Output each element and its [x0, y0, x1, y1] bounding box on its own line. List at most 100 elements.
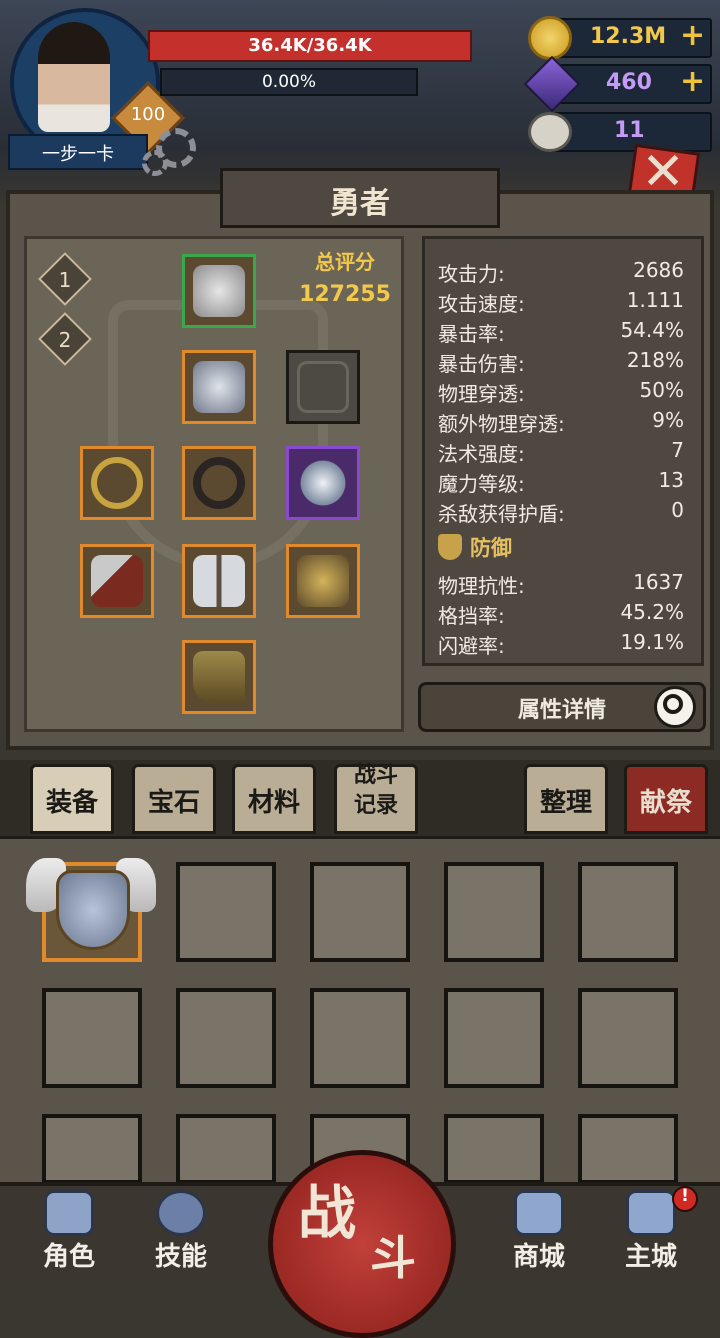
- score-value: 127255: [299, 282, 391, 307]
- stat-row: 攻击速度: 1.111: [438, 288, 684, 318]
- page-title: 勇者: [330, 186, 390, 221]
- helmet-slot[interactable]: [182, 254, 256, 328]
- stat-label: 法术强度:: [438, 442, 525, 466]
- inventory-slot[interactable]: [444, 1114, 544, 1184]
- preset-1-label: 1: [58, 268, 72, 292]
- inventory-slot[interactable]: [176, 988, 276, 1088]
- stat-row: 暴击率: 54.4%: [438, 318, 684, 348]
- nav-skills-label: 技能: [154, 1242, 207, 1272]
- tab-battle-log-label-2: 记录: [353, 793, 398, 818]
- gem-value: 460: [606, 70, 652, 95]
- stat-row: 物理抗性: 1637: [438, 570, 684, 600]
- inventory-slot[interactable]: [310, 862, 410, 962]
- stat-value: 1.111: [626, 288, 684, 312]
- stat-value: 54.4%: [620, 318, 684, 342]
- fight-label-1: 战: [298, 1179, 357, 1247]
- stat-value: 13: [658, 468, 684, 492]
- stat-value: 50%: [639, 378, 684, 402]
- stat-label: 攻击速度:: [438, 292, 525, 316]
- ram-skull-icon: [528, 112, 572, 152]
- boots-slot[interactable]: [182, 640, 256, 714]
- leg-armor-icon: [193, 555, 245, 607]
- inventory-slot[interactable]: [42, 988, 142, 1088]
- gold-value: 12.3M: [590, 24, 667, 49]
- stat-value: 2686: [633, 258, 684, 282]
- tab-materials-label: 材料: [247, 788, 300, 818]
- inventory-slot[interactable]: [444, 988, 544, 1088]
- nav-character-button[interactable]: 角色: [14, 1190, 124, 1274]
- stat-label: 物理穿透:: [438, 382, 525, 406]
- shield-icon: [438, 534, 462, 560]
- tab-battle-log-label-1: 战斗: [353, 763, 398, 788]
- nav-shop-button[interactable]: 商城: [484, 1190, 594, 1274]
- stat-row: 杀敌获得护盾: 0: [438, 498, 684, 528]
- defense-heading: 防御: [470, 536, 512, 560]
- weapon-left-slot[interactable]: [80, 446, 154, 520]
- gloves-slot[interactable]: [286, 544, 360, 618]
- stat-row: 闪避率: 19.1%: [438, 630, 684, 660]
- stat-label: 闪避率:: [438, 634, 505, 658]
- search-icon: [663, 694, 683, 714]
- inventory-slot[interactable]: [578, 1114, 678, 1184]
- nav-character-label: 角色: [42, 1242, 95, 1272]
- stat-value: 19.1%: [620, 630, 684, 654]
- stat-row: 物理穿透: 50%: [438, 378, 684, 408]
- inventory-slot[interactable]: [176, 862, 276, 962]
- legs-slot[interactable]: [182, 544, 256, 618]
- inventory-slot[interactable]: [42, 1114, 142, 1184]
- tab-equipment-label: 装备: [45, 788, 98, 818]
- inventory-slot[interactable]: [578, 988, 678, 1088]
- fight-button[interactable]: [268, 1150, 456, 1338]
- add-gold-button[interactable]: +: [680, 18, 705, 53]
- preset-2-label: 2: [58, 328, 72, 352]
- fight-label-2: 斗: [370, 1231, 416, 1285]
- nav-skills-button[interactable]: 技能: [126, 1190, 236, 1274]
- nav-city-label: 主城: [624, 1242, 677, 1272]
- inventory-slot[interactable]: [444, 862, 544, 962]
- sacrifice-label: 献祭: [639, 788, 692, 818]
- winged-shield-armor-icon: [56, 870, 130, 950]
- stat-value: 218%: [626, 348, 684, 372]
- shield-watermark: [108, 300, 328, 570]
- stat-row: 格挡率: 45.2%: [438, 600, 684, 630]
- stat-value: 1637: [633, 570, 684, 594]
- nav-shop-label: 商城: [512, 1242, 565, 1272]
- serpent-bow-icon: [91, 457, 143, 509]
- stat-row: 攻击力: 2686: [438, 258, 684, 288]
- axe-slot[interactable]: [80, 544, 154, 618]
- stat-label: 格挡率:: [438, 604, 505, 628]
- tab-gems-label: 宝石: [147, 788, 200, 818]
- stat-label: 物理抗性:: [438, 574, 525, 598]
- xp-text: 0.00%: [261, 72, 316, 92]
- player-name: 一步一卡: [42, 144, 114, 165]
- vortex-icon: [156, 1190, 206, 1236]
- stat-label: 魔力等级:: [438, 472, 525, 496]
- stat-value: 9%: [652, 408, 684, 432]
- locked-slot[interactable]: [286, 350, 360, 424]
- notification-badge-text: !: [681, 1186, 689, 1206]
- chest-slot[interactable]: [182, 350, 256, 424]
- belt-slot[interactable]: [182, 446, 256, 520]
- stat-value: 0: [671, 498, 684, 522]
- gauntlet-icon: [297, 555, 349, 607]
- necklace-slot[interactable]: [286, 446, 360, 520]
- inventory-slot[interactable]: [176, 1114, 276, 1184]
- inventory-slot[interactable]: [578, 862, 678, 962]
- stat-label: 暴击率:: [438, 322, 505, 346]
- stat-row: 额外物理穿透: 9%: [438, 408, 684, 438]
- locked-slot-icon: [297, 361, 349, 413]
- stat-label: 攻击力:: [438, 262, 505, 286]
- small-gear-icon: [142, 150, 168, 176]
- tent-shop-icon: [514, 1190, 564, 1236]
- axe-icon: [91, 555, 143, 607]
- score-label: 总评分: [315, 250, 375, 274]
- stat-row: 魔力等级: 13: [438, 468, 684, 498]
- stat-label: 杀敌获得护盾:: [438, 502, 565, 526]
- inventory-slot[interactable]: [310, 988, 410, 1088]
- hp-text: 36.4K/36.4K: [248, 35, 372, 56]
- stat-row: 暴击伤害: 218%: [438, 348, 684, 378]
- level-text: 100: [130, 104, 166, 125]
- spartan-helmet-icon: [193, 265, 245, 317]
- add-gem-button[interactable]: +: [680, 64, 705, 99]
- stat-row: 法术强度: 7: [438, 438, 684, 468]
